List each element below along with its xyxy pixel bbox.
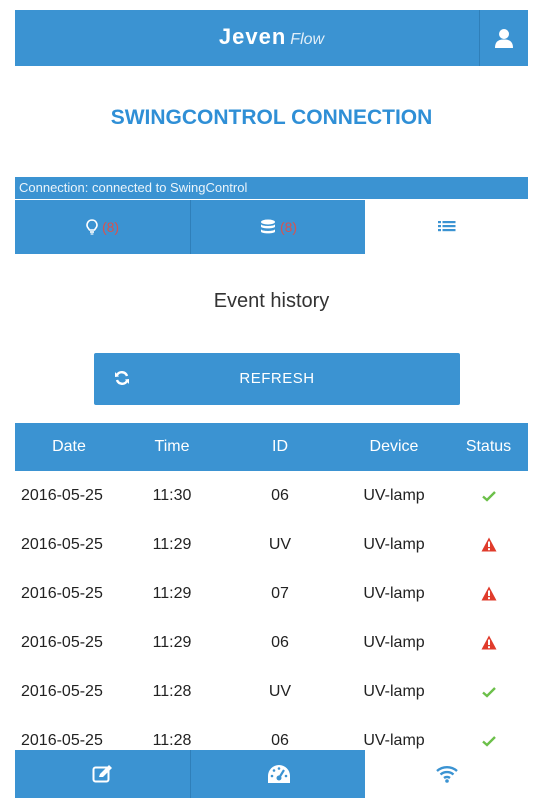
database-icon [260, 219, 275, 234]
cell-time: 11:29 [152, 536, 192, 553]
lamps-count: (8) [101, 219, 120, 235]
nav-edit[interactable] [15, 750, 190, 798]
database-count: (8) [279, 219, 298, 235]
tab-bar: (8) (8) [15, 200, 528, 254]
nav-wifi[interactable] [365, 750, 528, 798]
brand-name: Jeven [218, 24, 287, 49]
col-device[interactable]: Device [339, 423, 449, 471]
user-icon [495, 29, 513, 48]
cell-id: UV [268, 536, 292, 553]
cell-date: 2016-05-25 [21, 536, 103, 553]
page-title: SWINGCONTROL CONNECTION [110, 106, 433, 129]
wifi-icon [435, 766, 458, 783]
cell-status [449, 618, 528, 667]
cell-device: UV-lamp [363, 634, 425, 651]
col-status[interactable]: Status [449, 423, 528, 471]
table-header: Date Time ID Device Status [15, 423, 528, 471]
brand-subtitle: Flow [290, 31, 325, 48]
warning-icon [481, 537, 496, 552]
tab-lamps[interactable]: (8) [15, 200, 190, 254]
col-date[interactable]: Date [15, 423, 123, 471]
user-button[interactable] [479, 10, 528, 66]
tab-event-list[interactable] [365, 200, 528, 254]
tab-database[interactable]: (8) [190, 200, 366, 254]
cell-id: UV [268, 683, 292, 700]
check-icon [481, 735, 496, 747]
list-icon [437, 221, 455, 232]
cell-id: 07 [271, 585, 289, 602]
table-row: 2016-05-25 11:29 UV UV-lamp [15, 520, 528, 569]
cell-time: 11:30 [152, 487, 192, 504]
bulb-icon [86, 219, 98, 235]
section-title: Event history [213, 290, 330, 312]
warning-icon [481, 635, 496, 650]
cell-time: 11:29 [152, 585, 192, 602]
table-row: 2016-05-25 11:30 06 UV-lamp [15, 471, 528, 520]
cell-status [449, 569, 528, 618]
header: Jeven Flow [15, 10, 528, 66]
brand-logo: Jeven Flow [15, 10, 528, 66]
col-id[interactable]: ID [221, 423, 339, 471]
edit-icon [92, 765, 112, 783]
table-row: 2016-05-25 11:28 UV UV-lamp [15, 667, 528, 716]
warning-icon [481, 586, 496, 601]
cell-id: 06 [271, 487, 289, 504]
cell-device: UV-lamp [363, 487, 425, 504]
cell-date: 2016-05-25 [21, 683, 103, 700]
check-icon [481, 686, 496, 698]
nav-dashboard[interactable] [190, 750, 366, 798]
refresh-button[interactable]: REFRESH [94, 353, 460, 405]
col-time[interactable]: Time [123, 423, 221, 471]
cell-time: 11:28 [152, 683, 192, 700]
table-row: 2016-05-25 11:29 06 UV-lamp [15, 618, 528, 667]
cell-id: 06 [271, 634, 289, 651]
cell-device: UV-lamp [363, 683, 425, 700]
check-icon [481, 490, 496, 502]
app: Jeven Flow SWINGCONTROL CONNECTION Connec… [15, 10, 528, 798]
cell-status [449, 667, 528, 716]
bottom-nav [15, 750, 528, 798]
cell-status [449, 471, 528, 520]
cell-status [449, 520, 528, 569]
cell-date: 2016-05-25 [21, 585, 103, 602]
cell-date: 2016-05-25 [21, 487, 103, 504]
table-row: 2016-05-25 11:29 07 UV-lamp [15, 569, 528, 618]
cell-device: UV-lamp [363, 585, 425, 602]
cell-device: UV-lamp [363, 536, 425, 553]
cell-time: 11:29 [152, 634, 192, 651]
refresh-label: REFRESH [239, 370, 315, 387]
dashboard-icon [267, 765, 290, 783]
connection-status: Connection: connected to SwingControl [15, 177, 528, 199]
cell-date: 2016-05-25 [21, 634, 103, 651]
